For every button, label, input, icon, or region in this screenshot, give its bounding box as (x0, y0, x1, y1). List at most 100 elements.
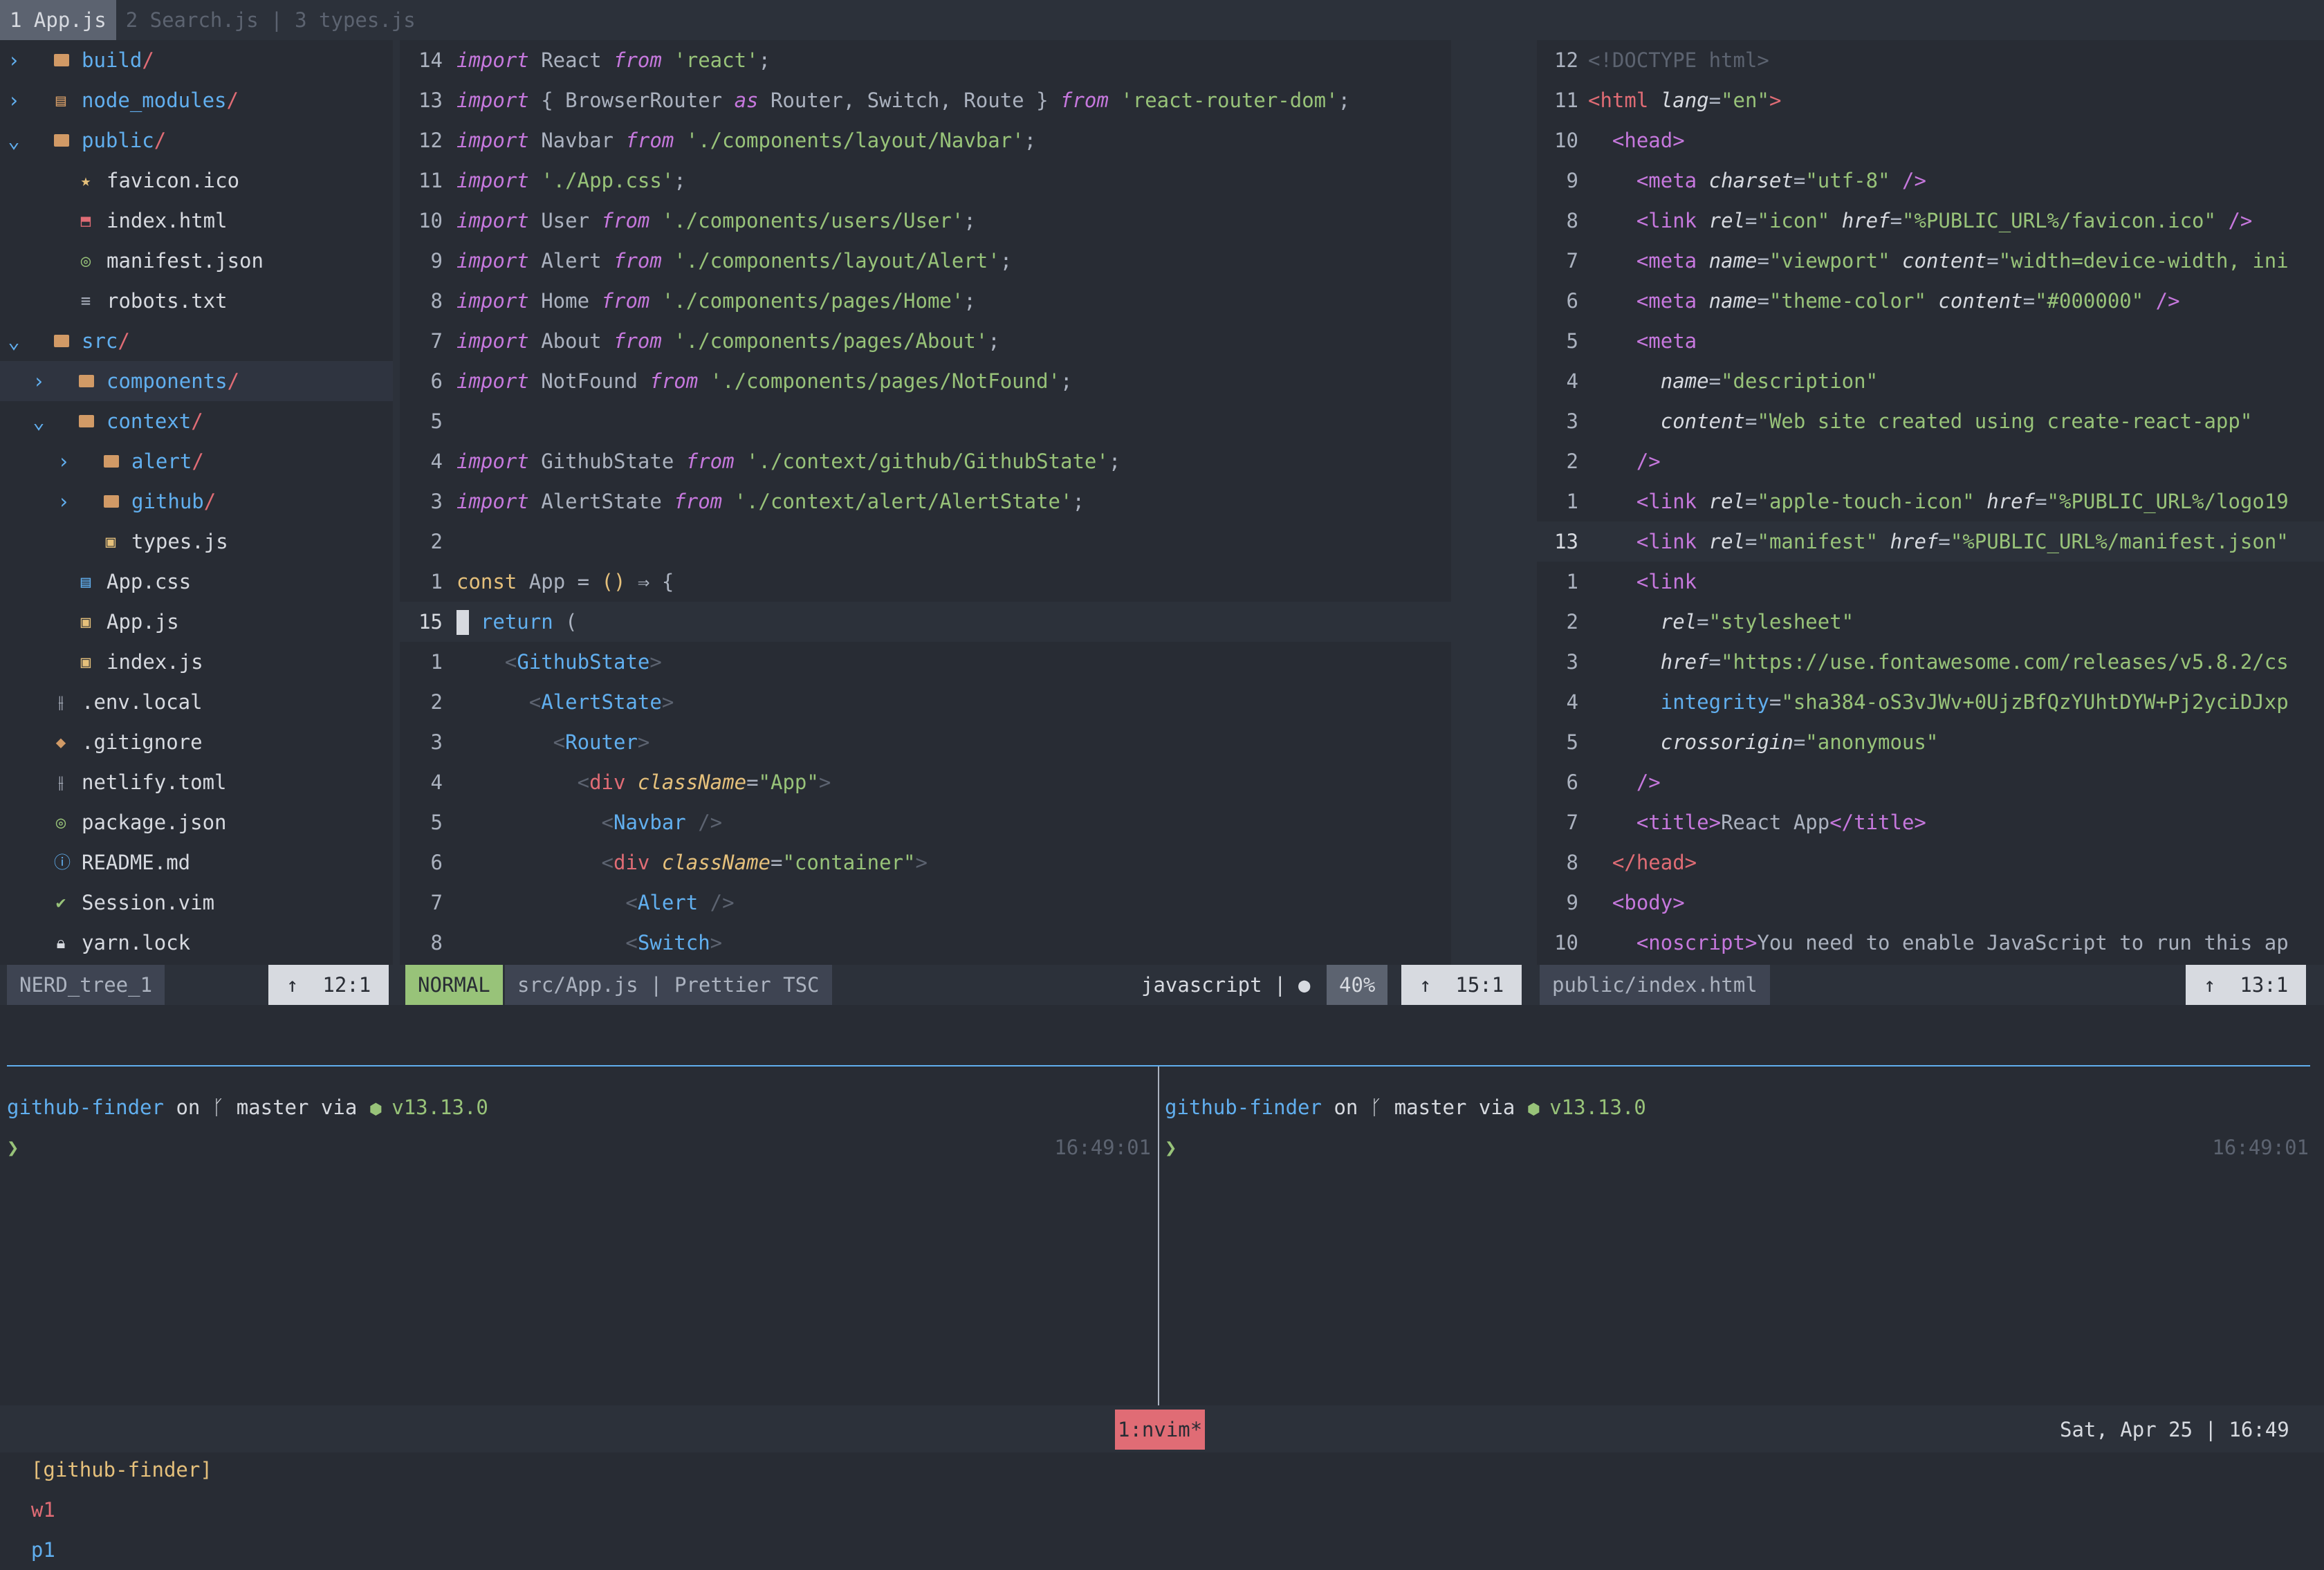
code-token: React (529, 48, 614, 72)
code-line[interactable]: rel="stylesheet" (1588, 602, 1854, 642)
tree-item[interactable]: ›▤node_modules/ (0, 80, 393, 120)
tree-item[interactable]: ⌄public/ (0, 120, 393, 160)
code-line[interactable]: <link rel="apple-touch-icon" href="%PUBL… (1588, 481, 2289, 521)
code-line[interactable]: /> (1588, 441, 1661, 481)
prompt-symbol[interactable]: ❯ (1165, 1127, 1177, 1167)
tree-item[interactable]: ⓘREADME.md (0, 842, 393, 883)
code-line[interactable]: import Alert from './components/layout/A… (456, 241, 1012, 281)
tree-item[interactable]: ⌄src/ (0, 321, 393, 361)
code-line[interactable]: <Navbar /> (456, 802, 722, 842)
code-line[interactable]: <Alert /> (456, 883, 735, 923)
chevron-down-icon[interactable]: ⌄ (7, 321, 21, 361)
code-token (1588, 610, 1661, 634)
code-line[interactable]: <noscript>You need to enable JavaScript … (1588, 923, 2289, 963)
chevron-right-icon[interactable]: › (57, 441, 71, 481)
code-line[interactable]: name="description" (1588, 361, 1878, 401)
chevron-right-icon[interactable]: › (57, 481, 71, 521)
tree-item[interactable]: ▤App.css (0, 562, 393, 602)
code-line[interactable]: <GithubState> (456, 642, 662, 682)
code-line[interactable]: <!DOCTYPE html> (1588, 40, 1769, 80)
tree-item[interactable]: ★favicon.ico (0, 160, 393, 201)
tree-item[interactable]: ⫲netlify.toml (0, 762, 393, 802)
code-line[interactable]: <body> (1588, 883, 1685, 923)
tree-item[interactable]: ▣index.js (0, 642, 393, 682)
tree-item[interactable]: 🔒︎yarn.lock (0, 923, 393, 963)
chevron-right-icon[interactable]: › (32, 361, 46, 401)
code-line[interactable]: /> (1588, 762, 1661, 802)
tree-item[interactable]: ◎package.json (0, 802, 393, 842)
code-line[interactable]: <meta (1588, 321, 1697, 361)
code-line[interactable]: crossorigin="anonymous" (1588, 722, 1938, 762)
code-line[interactable]: import User from './components/users/Use… (456, 201, 976, 241)
html5-icon: ⬒ (79, 201, 93, 241)
editor-scrollbar[interactable] (1465, 40, 1524, 965)
code-line[interactable]: import { BrowserRouter as Router, Switch… (456, 80, 1350, 120)
code-line[interactable]: <Router> (456, 722, 649, 762)
code-token (1588, 209, 1636, 232)
code-line[interactable]: return ( (456, 602, 578, 642)
code-line[interactable]: <html lang="en"> (1588, 80, 1781, 120)
terminal-pane-right[interactable]: github-finder on ᚴ master via ⬢ v13.13.0… (1165, 1087, 2309, 1392)
tree-item[interactable]: ▣types.js (0, 521, 393, 562)
code-line[interactable]: <head> (1588, 120, 1685, 160)
code-line[interactable]: <link rel="icon" href="%PUBLIC_URL%/favi… (1588, 201, 2252, 241)
code-line[interactable]: import './App.css'; (456, 160, 686, 201)
spacer (32, 562, 46, 602)
code-line[interactable]: <meta name="theme-color" content="#00000… (1588, 281, 2180, 321)
terminal-pane-left[interactable]: github-finder on ᚴ master via ⬢ v13.13.0… (7, 1087, 1151, 1392)
tree-item[interactable]: ▣App.js (0, 602, 393, 642)
tree-item[interactable]: ≡robots.txt (0, 281, 393, 321)
tree-item[interactable]: ✔Session.vim (0, 883, 393, 923)
tree-item[interactable]: ⌄context/ (0, 401, 393, 441)
code-line[interactable]: import React from 'react'; (456, 40, 771, 80)
code-line[interactable]: <Switch> (456, 923, 722, 963)
code-line[interactable]: <div className="container"> (456, 842, 928, 883)
tree-item[interactable]: ◆.gitignore (0, 722, 393, 762)
chevron-down-icon[interactable]: ⌄ (7, 120, 21, 160)
code-line[interactable]: import Home from './components/pages/Hom… (456, 281, 976, 321)
code-line[interactable]: <AlertState> (456, 682, 674, 722)
code-token: import (456, 369, 529, 393)
code-line[interactable]: <title>React App</title> (1588, 802, 1926, 842)
code-line[interactable]: integrity="sha384-oS3vJWv+0UjzBfQzYUhtDY… (1588, 682, 2289, 722)
tree-item[interactable]: ›build/ (0, 40, 393, 80)
editor-app-js[interactable]: 14import React from 'react';13import { B… (400, 40, 1451, 965)
code-line[interactable]: import About from './components/pages/Ab… (456, 321, 1000, 361)
prompt-symbol[interactable]: ❯ (7, 1127, 19, 1167)
code-line[interactable]: <link (1588, 562, 1697, 602)
code-line[interactable]: <meta name="viewport" content="width=dev… (1588, 241, 2289, 281)
code-token (1588, 650, 1661, 674)
code-line[interactable]: href="https://use.fontawesome.com/releas… (1588, 642, 2289, 682)
code-token: = (1709, 369, 1721, 393)
line-number: 5 (400, 802, 443, 842)
tree-item[interactable]: ⬒index.html (0, 201, 393, 241)
chevron-right-icon[interactable]: › (7, 80, 21, 120)
code-line[interactable]: import Navbar from './components/layout/… (456, 120, 1036, 160)
code-token: Navbar (614, 811, 686, 834)
line-number: 7 (1537, 802, 1578, 842)
tab-1[interactable]: 1 App.js (0, 0, 116, 40)
tree-item[interactable]: ›components/ (0, 361, 393, 401)
tree-item[interactable]: ◎manifest.json (0, 241, 393, 281)
code-line[interactable]: import GithubState from './context/githu… (456, 441, 1120, 481)
code-line[interactable]: </head> (1588, 842, 1697, 883)
code-line[interactable]: import NotFound from './components/pages… (456, 361, 1072, 401)
tree-item[interactable]: ›alert/ (0, 441, 393, 481)
code-line[interactable]: import AlertState from './context/alert/… (456, 481, 1085, 521)
code-line[interactable]: <div className="App"> (456, 762, 831, 802)
tmux-window-tab[interactable]: 1:nvim* (1115, 1410, 1205, 1450)
code-line[interactable]: <link rel="manifest" href="%PUBLIC_URL%/… (1588, 521, 2289, 562)
editor-scroll-gutter[interactable] (1451, 40, 1465, 965)
prompt-via: via (1466, 1096, 1527, 1119)
editor-index-html[interactable]: 12<!DOCTYPE html>11<html lang="en">10 <h… (1537, 40, 2324, 965)
code-line[interactable]: <meta charset="utf-8" /> (1588, 160, 1926, 201)
tree-item[interactable]: ›github/ (0, 481, 393, 521)
tree-item[interactable]: ⫲.env.local (0, 682, 393, 722)
code-line[interactable]: content="Web site created using create-r… (1588, 401, 2252, 441)
code-line[interactable]: const App = () ⇒ { (456, 562, 674, 602)
tab-2[interactable]: 2 Search.js | 3 types.js (116, 0, 425, 40)
code-token: name (1661, 369, 1709, 393)
line-number: 8 (1537, 842, 1578, 883)
chevron-right-icon[interactable]: › (7, 40, 21, 80)
chevron-down-icon[interactable]: ⌄ (32, 401, 46, 441)
